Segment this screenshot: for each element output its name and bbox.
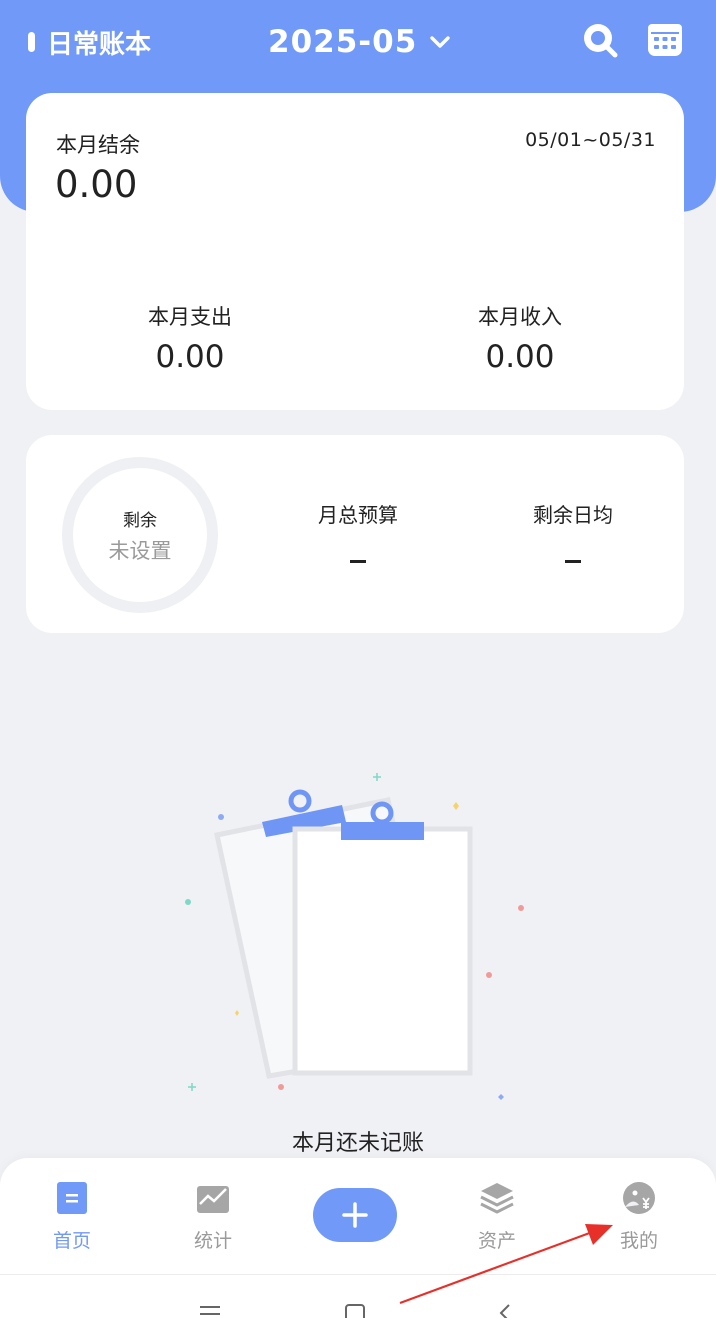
home-doc-icon: [57, 1182, 87, 1214]
search-icon[interactable]: [580, 20, 620, 60]
daily-average-label: 剩余日均: [533, 503, 613, 527]
tab-home-label: 首页: [52, 1230, 91, 1252]
plus-icon: [342, 1202, 368, 1228]
monthly-summary-card[interactable]: 本月结余 0.00 05/01~05/31 本月支出 0.00 本月收入 0.0…: [26, 93, 684, 410]
recent-apps-icon[interactable]: [195, 1299, 225, 1318]
month-label: 2025-05: [268, 24, 418, 60]
tab-assets[interactable]: 资产: [452, 1180, 542, 1253]
layers-icon: [480, 1183, 514, 1214]
remaining-label: 剩余: [123, 510, 157, 531]
expense-label: 本月支出: [148, 305, 232, 329]
profile-icon: [623, 1182, 655, 1214]
system-navigation-bar: [0, 1274, 716, 1318]
date-range: 05/01~05/31: [525, 129, 656, 151]
total-budget: 月总预算: [273, 499, 443, 563]
tab-stats-label: 统计: [193, 1230, 232, 1252]
front-clipboard: [292, 801, 473, 1076]
month-picker[interactable]: 2025-05: [268, 20, 451, 64]
app-title[interactable]: 日常账本: [28, 22, 151, 62]
bottom-tab-bar: 首页 统计 资产 我的: [0, 1158, 716, 1274]
income-value: 0.00: [485, 339, 555, 375]
back-icon[interactable]: [490, 1299, 520, 1318]
daily-average-value: [565, 560, 581, 563]
empty-state-message: 本月还未记账: [291, 1131, 424, 1156]
add-record-button[interactable]: [313, 1188, 397, 1242]
total-budget-label: 月总预算: [318, 503, 398, 527]
balance-value: 0.00: [55, 163, 138, 206]
tab-home[interactable]: 首页: [27, 1180, 117, 1253]
title-marker: [28, 32, 35, 52]
total-budget-value: [350, 560, 366, 563]
chevron-down-icon: [430, 36, 450, 48]
empty-clipboard-illustration: [185, 773, 524, 1100]
home-button-icon[interactable]: [340, 1299, 370, 1318]
expense-stat: 本月支出 0.00: [90, 301, 290, 375]
remaining-value: 未设置: [108, 538, 172, 563]
income-stat: 本月收入 0.00: [420, 301, 620, 375]
income-label: 本月收入: [478, 305, 562, 329]
budget-ring: 剩余 未设置: [62, 457, 218, 613]
calendar-icon[interactable]: [645, 20, 685, 60]
tab-mine-label: 我的: [619, 1230, 658, 1252]
tab-assets-label: 资产: [477, 1230, 516, 1252]
tab-mine[interactable]: 我的: [594, 1180, 684, 1253]
budget-card[interactable]: 剩余 未设置 月总预算 剩余日均: [26, 435, 684, 633]
chart-icon: [197, 1186, 229, 1213]
app-title-label: 日常账本: [47, 29, 152, 60]
expense-value: 0.00: [155, 339, 225, 375]
balance-label: 本月结余: [56, 133, 140, 157]
top-bar: 日常账本 2025-05: [0, 0, 716, 82]
daily-average: 剩余日均: [488, 499, 658, 563]
tab-stats[interactable]: 统计: [168, 1180, 258, 1253]
